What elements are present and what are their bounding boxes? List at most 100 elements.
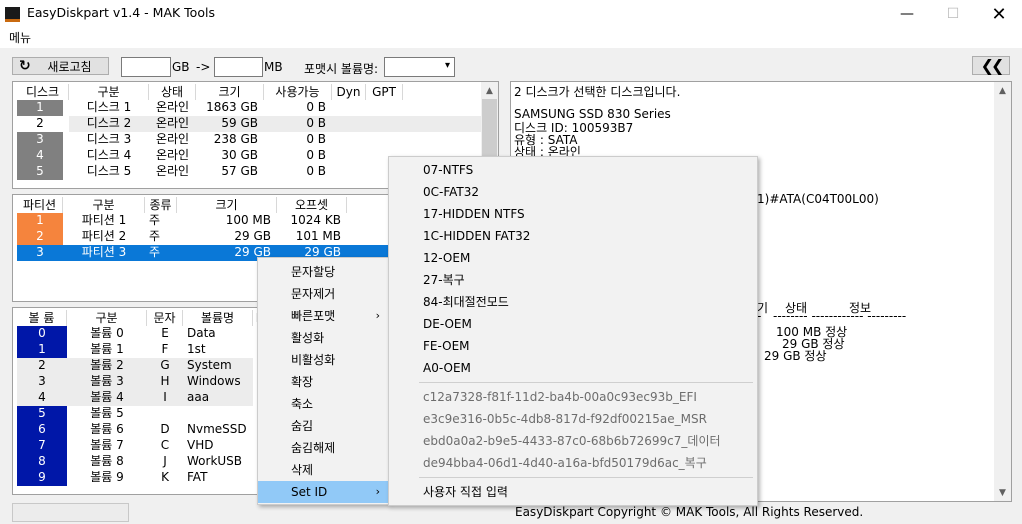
menu-guid-efi[interactable]: c12a7328-f81f-11d2-ba4b-00a0c93ec93b_EFI	[389, 386, 757, 408]
table-row[interactable]: 3 디스크 3 온라인 238 GB 0 B	[17, 132, 482, 148]
submenu-arrow-icon: ›	[375, 309, 380, 322]
volume-letter: E	[161, 326, 169, 340]
col-header[interactable]: 종류	[145, 197, 177, 213]
menu-id-0c-fat32[interactable]: 0C-FAT32	[389, 181, 757, 203]
menu-quick-format[interactable]: 빠른포맷 ›	[258, 305, 388, 327]
disk-size: 30 GB	[221, 148, 258, 162]
scroll-up-icon[interactable]: ▲	[481, 82, 498, 99]
disk-number: 1	[17, 100, 63, 116]
close-button[interactable]: ✕	[976, 0, 1022, 28]
table-row[interactable]: 2 볼륨 2 G System	[17, 358, 263, 374]
menu-id-17-hidden-ntfs[interactable]: 17-HIDDEN NTFS	[389, 203, 757, 225]
col-header[interactable]: 상태	[149, 84, 196, 100]
col-header[interactable]: 구분	[69, 84, 149, 100]
info-scrollbar[interactable]: ▲ ▼	[994, 82, 1011, 501]
refresh-button[interactable]: ↻ 새로고침	[12, 57, 109, 75]
menu-unhide[interactable]: 숨김해제	[258, 437, 388, 459]
info-dashes: -------- ------------ ---------	[773, 309, 907, 323]
menu-activate[interactable]: 활성화	[258, 327, 388, 349]
scroll-down-icon[interactable]: ▼	[994, 484, 1011, 501]
col-header[interactable]: 파티션	[17, 197, 63, 213]
menu-quick-format-label: 빠른포맷	[291, 309, 336, 323]
menu-id-1c-hidden-fat32[interactable]: 1C-HIDDEN FAT32	[389, 225, 757, 247]
volume-label: VHD	[187, 438, 214, 452]
volume-label: 1st	[187, 342, 206, 356]
menu-id-fe-oem[interactable]: FE-OEM	[389, 335, 757, 357]
double-chevron-left-icon: ❮❮	[980, 56, 1005, 75]
scroll-thumb[interactable]	[482, 99, 497, 159]
col-header[interactable]: 사용가능	[264, 84, 332, 100]
menu-guid-msr[interactable]: e3c9e316-0b5c-4db8-817d-f92df00215ae_MSR	[389, 408, 757, 430]
gb-input[interactable]	[121, 57, 171, 77]
minimize-button[interactable]: —	[884, 0, 930, 28]
disk-status: 온라인	[155, 132, 190, 146]
table-row[interactable]: 8 볼륨 8 J WorkUSB	[17, 454, 263, 470]
menu-custom-input[interactable]: 사용자 직접 입력	[389, 481, 757, 503]
menu-remove-letter[interactable]: 문자제거	[258, 283, 388, 305]
col-header[interactable]: 구분	[67, 310, 147, 326]
partition-number: 3	[17, 245, 63, 261]
table-row[interactable]: 2 파티션 2 주 29 GB 101 MB	[17, 229, 437, 245]
menu-id-84-hibernation[interactable]: 84-최대절전모드	[389, 291, 757, 313]
scroll-up-icon[interactable]: ▲	[994, 82, 1011, 99]
menu-guid-recovery[interactable]: de94bba4-06d1-4d40-a16a-bfd50179d6ac_복구	[389, 452, 757, 474]
menu-deactivate[interactable]: 비활성화	[258, 349, 388, 371]
menu-separator	[419, 477, 753, 478]
volume-letter: H	[147, 374, 183, 390]
volume-grid: 볼 륨 구분 문자 볼륨명 I 0 볼륨 0 E Data 1 볼륨 1 F 1…	[17, 310, 263, 486]
disk-size: 238 GB	[213, 132, 258, 146]
volume-number: 1	[17, 342, 67, 358]
disk-number: 4	[17, 148, 63, 164]
table-row[interactable]: 5 볼륨 5	[17, 406, 263, 422]
maximize-button[interactable]: ☐	[930, 0, 976, 28]
copyright-text: EasyDiskpart Copyright © MAK Tools, All …	[515, 505, 864, 519]
menu-id-de-oem[interactable]: DE-OEM	[389, 313, 757, 335]
menu-id-07-ntfs[interactable]: 07-NTFS	[389, 159, 757, 181]
menu-guid-data[interactable]: ebd0a0a2-b9e5-4433-87c0-68b6b72699c7_데이터	[389, 430, 757, 452]
disk-free: 0 B	[306, 100, 326, 114]
table-row[interactable]: 1 파티션 1 주 100 MB 1024 KB	[17, 213, 437, 229]
volume-label: Windows	[183, 374, 253, 390]
col-header[interactable]: 볼륨명	[183, 310, 253, 326]
col-header[interactable]: 디스크	[17, 84, 69, 100]
menu-assign-letter[interactable]: 문자할당	[258, 261, 388, 283]
table-row[interactable]: 1 디스크 1 온라인 1863 GB 0 B	[17, 100, 482, 116]
col-header[interactable]: 크기	[177, 197, 277, 213]
collapse-panel-button[interactable]: ❮❮	[972, 56, 1010, 75]
partition-number: 2	[17, 229, 63, 245]
table-row[interactable]: 9 볼륨 9 K FAT	[17, 470, 263, 486]
col-header[interactable]: 볼 륨	[17, 310, 67, 326]
table-row[interactable]: 7 볼륨 7 C VHD	[17, 438, 263, 454]
table-row[interactable]: 2 디스크 2 온라인 59 GB 0 B	[17, 116, 482, 132]
menu-main[interactable]: 메뉴	[9, 29, 31, 46]
table-row[interactable]: 6 볼륨 6 D NvmeSSD	[17, 422, 263, 438]
volume-name-select[interactable]: ▾	[384, 57, 455, 77]
mb-input[interactable]	[214, 57, 263, 77]
menu-hide[interactable]: 숨김	[258, 415, 388, 437]
table-row[interactable]: 4 볼륨 4 I aaa	[17, 390, 263, 406]
menu-delete[interactable]: 삭제	[258, 459, 388, 481]
table-row[interactable]: 0 볼륨 0 E Data	[17, 326, 263, 342]
menu-extend[interactable]: 확장	[258, 371, 388, 393]
menu-id-a0-oem[interactable]: A0-OEM	[389, 357, 757, 379]
col-header[interactable]: 구분	[63, 197, 145, 213]
col-header[interactable]: 크기	[196, 84, 264, 100]
menu-set-id-label: Set ID	[291, 485, 328, 499]
col-header[interactable]: Dyn	[332, 84, 366, 100]
volume-name: 볼륨 7	[90, 438, 124, 452]
partition-name: 파티션 2	[81, 229, 127, 243]
menu-shrink[interactable]: 축소	[258, 393, 388, 415]
volume-name: 볼륨 1	[90, 342, 124, 356]
partition-grid: 파티션 구분 종류 크기 오프셋 1 파티션 1 주 100 MB 1024 K…	[17, 197, 437, 261]
partition-type: 주	[149, 213, 161, 227]
col-header[interactable]: 문자	[147, 310, 183, 326]
app-icon	[5, 7, 20, 22]
menu-id-27-recovery[interactable]: 27-복구	[389, 269, 757, 291]
table-row[interactable]: 1 볼륨 1 F 1st	[17, 342, 263, 358]
menu-id-12-oem[interactable]: 12-OEM	[389, 247, 757, 269]
table-row[interactable]: 3 볼륨 3 H Windows	[17, 374, 263, 390]
volume-label	[183, 406, 253, 422]
col-header[interactable]: GPT	[366, 84, 403, 100]
menu-set-id[interactable]: Set ID ›	[258, 481, 388, 503]
col-header[interactable]: 오프셋	[277, 197, 347, 213]
